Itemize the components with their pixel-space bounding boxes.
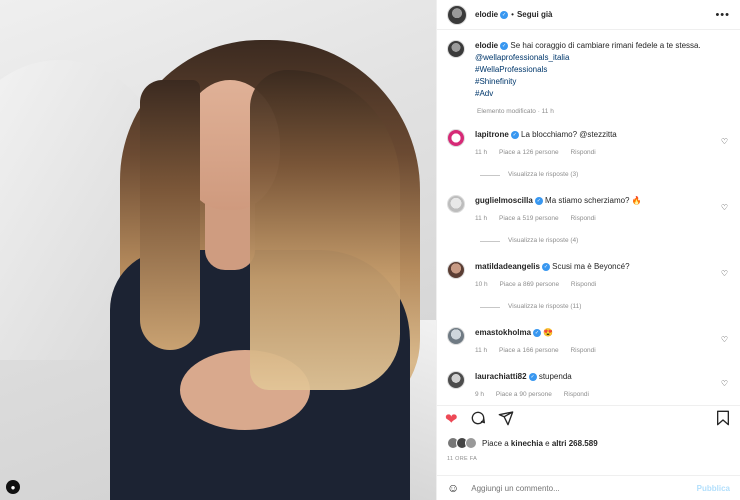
reply-button[interactable]: Rispondi	[564, 391, 589, 398]
comment-likes[interactable]: Piace a 519 persone	[499, 215, 559, 222]
commenter-avatar[interactable]	[447, 129, 465, 147]
reply-button[interactable]: Rispondi	[570, 347, 595, 354]
comment-like-icon[interactable]: ♡	[721, 379, 728, 388]
comment-like-icon[interactable]: ♡	[721, 137, 728, 146]
photo-hair-left	[140, 80, 200, 350]
comment-likes[interactable]: Piace a 166 persone	[499, 347, 559, 354]
commenter-username[interactable]: emastokholma	[475, 328, 531, 337]
view-replies[interactable]: Visualizza le risposte (4)	[480, 235, 730, 247]
likes-text: Piace a kinechia e altri 268.589	[482, 438, 598, 448]
caption-text: Se hai coraggio di cambiare rimani fedel…	[510, 41, 701, 50]
post-actions-bar: ❤	[437, 405, 740, 433]
share-icon[interactable]	[498, 410, 514, 429]
liker-avatar	[465, 437, 477, 449]
comment-time: 9 h	[475, 391, 485, 398]
post-date: 11 ORE FA	[447, 456, 478, 462]
photo-hair-front	[250, 70, 400, 390]
verified-icon: ✓	[541, 262, 550, 271]
comment-text: La blocchiamo? @stezzitta	[521, 130, 617, 139]
verified-icon: ✓	[500, 41, 509, 50]
commenter-username[interactable]: matildadeangelis	[475, 262, 540, 271]
reply-button[interactable]: Rispondi	[570, 149, 595, 156]
commenter-avatar[interactable]	[447, 371, 465, 389]
caption-avatar[interactable]	[447, 40, 465, 58]
verified-icon: ✓	[528, 372, 537, 381]
separator: •	[511, 10, 514, 19]
comment-likes[interactable]: Piace a 126 persone	[499, 149, 559, 156]
bookmark-icon[interactable]	[716, 410, 730, 429]
comment-time: 11 h	[475, 149, 488, 156]
comment-item: guglielmoscilla ✓ Ma stiamo scherziamo? 🔥…	[447, 195, 730, 247]
comment-input[interactable]	[471, 483, 697, 493]
post-header: elodie ✓ • Segui già •••	[437, 0, 740, 30]
comment-icon[interactable]	[470, 410, 486, 429]
caption-hashtag[interactable]: #Shinefinity	[475, 76, 701, 88]
comment-text: 😍	[543, 328, 554, 337]
comment-item: emastokholma ✓ 😍 11 h Piace a 166 persone…	[447, 327, 730, 357]
publish-button[interactable]: Pubblica	[697, 484, 730, 493]
heart-icon[interactable]: ❤	[445, 412, 458, 427]
comment-like-icon[interactable]: ♡	[721, 203, 728, 212]
comment-time: 11 h	[475, 347, 488, 354]
commenter-avatar[interactable]	[447, 327, 465, 345]
tagged-users-icon[interactable]: ●	[6, 480, 20, 494]
comment-text: stupenda	[538, 372, 572, 381]
reply-button[interactable]: Rispondi	[571, 281, 596, 288]
author-avatar[interactable]	[447, 4, 467, 25]
verified-icon: ✓	[500, 10, 509, 19]
comment-like-icon[interactable]: ♡	[721, 269, 728, 278]
verified-icon: ✓	[533, 328, 542, 337]
caption-hashtag[interactable]: #WellaProfessionals	[475, 64, 701, 76]
comment-text: Ma stiamo scherziamo? 🔥	[545, 196, 642, 205]
caption-hashtag[interactable]: #Adv	[475, 88, 701, 100]
commenter-username[interactable]: laurachiatti82	[475, 372, 527, 381]
comment-time: 11 h	[475, 215, 488, 222]
reply-button[interactable]: Rispondi	[570, 215, 595, 222]
comment-likes[interactable]: Piace a 90 persone	[496, 391, 552, 398]
view-replies[interactable]: Visualizza le risposte (3)	[480, 169, 730, 181]
caption-mention[interactable]: @wellaprofessionals_italia	[475, 52, 701, 64]
commenter-username[interactable]: lapitrone	[475, 130, 509, 139]
likes-summary[interactable]: Piace a kinechia e altri 268.589	[447, 437, 598, 449]
comment-likes[interactable]: Piace a 869 persone	[499, 281, 559, 288]
post-photo[interactable]: ●	[0, 0, 436, 500]
caption-text-block: elodie ✓ Se hai coraggio di cambiare rima…	[475, 40, 701, 100]
comment-item: laurachiatti82 ✓ stupenda 9 h Piace a 90 …	[447, 371, 730, 401]
comment-text: Scusi ma è Beyoncé?	[552, 262, 630, 271]
comments-list[interactable]: elodie ✓ Se hai coraggio di cambiare rima…	[437, 40, 740, 405]
caption-username[interactable]: elodie	[475, 41, 498, 50]
author-username[interactable]: elodie	[475, 10, 498, 19]
comment-item: matildadeangelis ✓ Scusi ma è Beyoncé? 10…	[447, 261, 730, 313]
more-icon[interactable]: •••	[715, 9, 730, 21]
caption-meta: Elemento modificato · 11 h	[477, 108, 554, 115]
verified-icon: ✓	[510, 130, 519, 139]
following-button[interactable]: Segui già	[517, 10, 553, 19]
commenter-avatar[interactable]	[447, 261, 465, 279]
view-replies[interactable]: Visualizza le risposte (11)	[480, 301, 730, 313]
commenter-avatar[interactable]	[447, 195, 465, 213]
post-side-panel: elodie ✓ • Segui già ••• elodie ✓ Se hai …	[436, 0, 740, 500]
comment-like-icon[interactable]: ♡	[721, 335, 728, 344]
verified-icon: ✓	[534, 196, 543, 205]
add-comment-bar: ☺ Pubblica	[437, 475, 740, 500]
commenter-username[interactable]: guglielmoscilla	[475, 196, 533, 205]
comment-item: lapitrone ✓ La blocchiamo? @stezzitta 11 …	[447, 129, 730, 181]
emoji-icon[interactable]: ☺	[447, 481, 459, 495]
post-caption: elodie ✓ Se hai coraggio di cambiare rima…	[447, 40, 730, 100]
comment-time: 10 h	[475, 281, 488, 288]
